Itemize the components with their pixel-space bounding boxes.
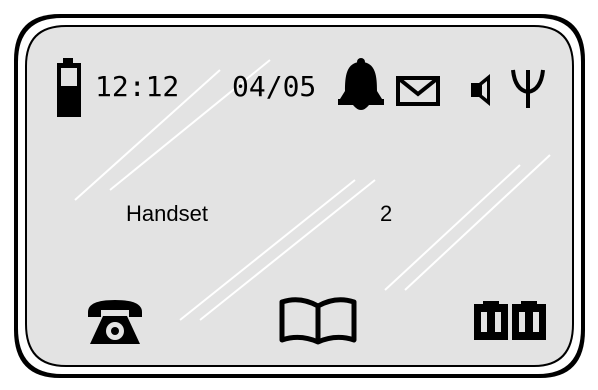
intercom-icon[interactable] [473, 300, 547, 342]
envelope-icon [396, 76, 440, 106]
speaker-icon [471, 74, 490, 106]
clock-date: 04/05 [232, 70, 317, 103]
handset-label: Handset [126, 201, 208, 226]
phonebook-icon[interactable] [278, 296, 358, 348]
bell-icon [338, 58, 384, 110]
telephone-icon[interactable] [86, 298, 144, 348]
handset-number: 2 [380, 201, 393, 226]
battery-icon [57, 58, 81, 117]
handset-display: 12:12 04/05 Handset 2 [0, 0, 598, 390]
clock-time: 12:12 [95, 70, 180, 103]
antenna-icon [511, 69, 545, 108]
